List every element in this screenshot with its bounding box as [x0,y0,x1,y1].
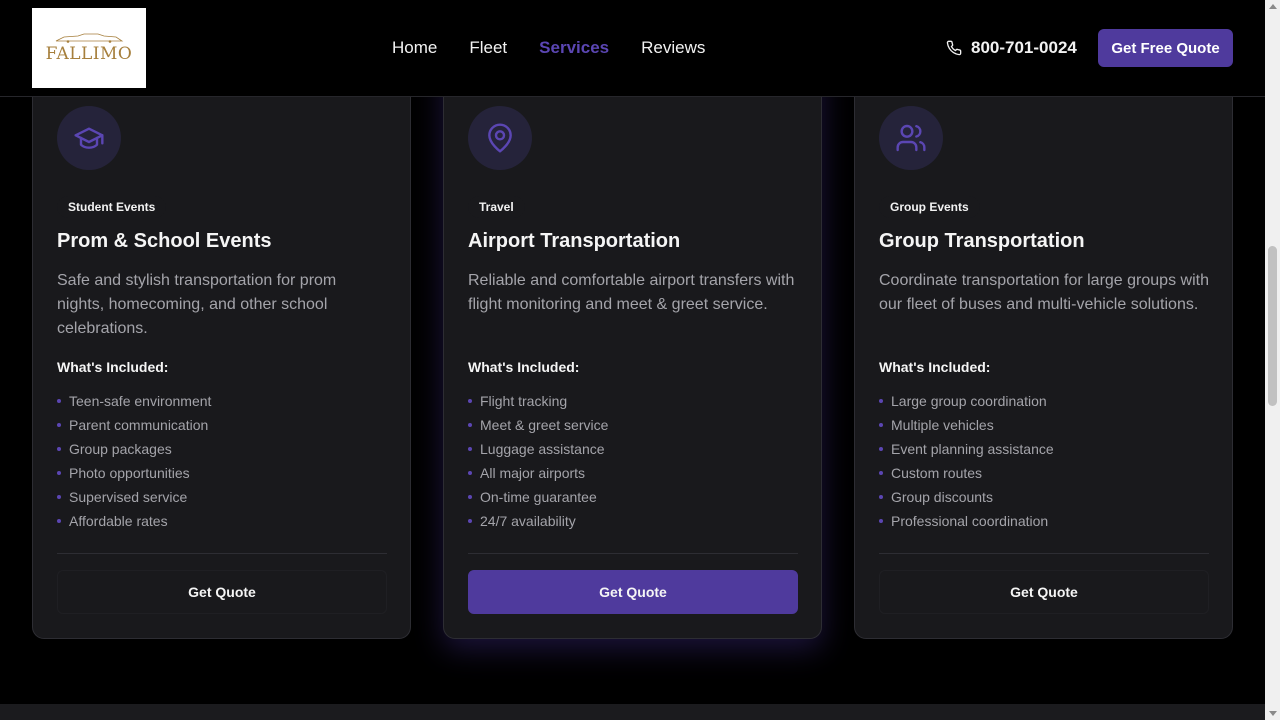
logo-wordmark: FALLIMO [45,43,133,64]
get-quote-button[interactable]: Get Quote [468,570,798,614]
nav-reviews[interactable]: Reviews [641,37,705,59]
feature-item: Large group coordination [879,389,1054,413]
services-section: Student Events Prom & School Events Safe… [0,0,1265,720]
feature-item: Flight tracking [468,389,608,413]
phone-number: 800-701-0024 [971,38,1077,57]
card-divider [57,553,387,554]
service-description: Safe and stylish transportation for prom… [57,272,337,337]
brand-logo[interactable]: FALLIMO [32,8,146,88]
service-title: Prom & School Events [57,230,272,252]
feature-item: Affordable rates [57,509,211,533]
included-heading: What's Included: [879,359,991,375]
card-divider [879,553,1209,554]
page-scrollbar[interactable] [1265,0,1280,720]
site-header: FALLIMO Home Fleet Services Reviews 800-… [0,0,1265,97]
scrollbar-thumb[interactable] [1268,246,1277,406]
included-heading: What's Included: [468,359,580,375]
nav-home[interactable]: Home [392,37,437,59]
card-divider [468,553,798,554]
service-card-airport: Travel Airport Transportation Reliable a… [443,40,822,639]
service-card-prom: Student Events Prom & School Events Safe… [32,40,411,639]
service-card-group: Group Events Group Transportation Coordi… [854,40,1233,639]
service-category-badge: Student Events [57,196,167,218]
feature-item: Event planning assistance [879,437,1054,461]
feature-item: Group packages [57,437,211,461]
feature-item: Luggage assistance [468,437,608,461]
feature-list: Large group coordination Multiple vehicl… [879,389,1054,533]
get-quote-button[interactable]: Get Quote [57,570,387,614]
phone-link[interactable]: 800-701-0024 [946,37,1077,59]
service-title: Group Transportation [879,230,1085,252]
feature-list: Flight tracking Meet & greet service Lug… [468,389,608,533]
scroll-down-arrow-icon[interactable] [1269,711,1277,716]
map-pin-icon [468,106,532,170]
feature-item: All major airports [468,461,608,485]
next-section-edge [0,704,1265,720]
service-description: Coordinate transportation for large grou… [879,272,1209,313]
feature-item: Parent communication [57,413,211,437]
feature-item: Group discounts [879,485,1054,509]
limo-logo-icon [55,33,124,43]
feature-item: On-time guarantee [468,485,608,509]
feature-item: Photo opportunities [57,461,211,485]
phone-icon [946,40,962,56]
feature-item: Multiple vehicles [879,413,1054,437]
included-heading: What's Included: [57,359,169,375]
feature-item: 24/7 availability [468,509,608,533]
feature-item: Supervised service [57,485,211,509]
service-title: Airport Transportation [468,230,681,252]
feature-item: Meet & greet service [468,413,608,437]
service-description: Reliable and comfortable airport transfe… [468,272,795,313]
scroll-up-arrow-icon[interactable] [1269,4,1277,9]
feature-list: Teen-safe environment Parent communicati… [57,389,211,533]
service-category-badge: Group Events [879,196,980,218]
nav-services[interactable]: Services [539,37,609,59]
main-nav: Home Fleet Services Reviews [392,37,737,59]
nav-fleet[interactable]: Fleet [469,37,507,59]
feature-item: Teen-safe environment [57,389,211,413]
feature-item: Custom routes [879,461,1054,485]
service-category-badge: Travel [468,196,525,218]
get-quote-button[interactable]: Get Quote [879,570,1209,614]
get-free-quote-button[interactable]: Get Free Quote [1098,29,1233,67]
feature-item: Professional coordination [879,509,1054,533]
users-icon [879,106,943,170]
graduation-cap-icon [57,106,121,170]
